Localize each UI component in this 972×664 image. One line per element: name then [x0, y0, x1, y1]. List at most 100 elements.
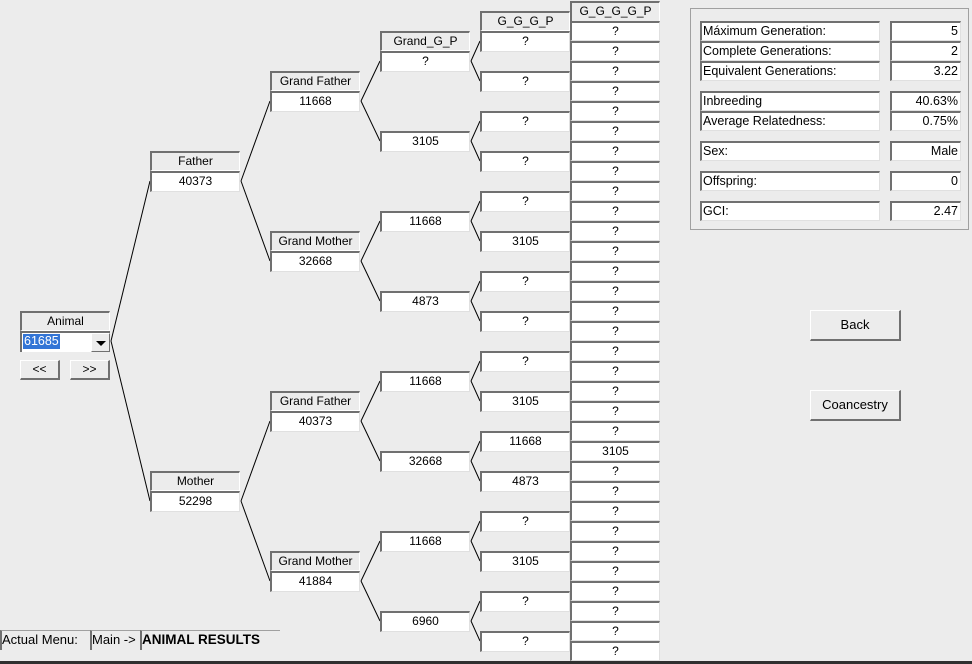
previous-animal-button[interactable]: << — [20, 360, 60, 380]
gggp-value[interactable]: ? — [480, 511, 570, 532]
stat-value: 0.75% — [890, 111, 961, 131]
ggggp-value[interactable]: ? — [570, 541, 660, 561]
ggggp-value[interactable]: ? — [570, 221, 660, 241]
stat-value: 5 — [890, 21, 961, 41]
ggggp-value[interactable]: ? — [570, 641, 660, 661]
ggggp-value[interactable]: ? — [570, 461, 660, 481]
gggp-value[interactable]: ? — [480, 191, 570, 212]
stat-label: GCI: — [700, 201, 880, 221]
gggp-value[interactable]: ? — [480, 111, 570, 132]
ggggp-value[interactable]: ? — [570, 501, 660, 521]
ggggp-value[interactable]: ? — [570, 81, 660, 101]
mother-value[interactable]: 52298 — [150, 491, 240, 512]
gggp-value[interactable]: ? — [480, 271, 570, 292]
ggggp-value[interactable]: ? — [570, 61, 660, 81]
gggp-value[interactable]: ? — [480, 31, 570, 52]
connector-line — [360, 60, 381, 102]
ggggp-value[interactable]: ? — [570, 261, 660, 281]
ggggp-value[interactable]: ? — [570, 161, 660, 181]
ggggp-value[interactable]: ? — [570, 101, 660, 121]
gggp-value[interactable]: 3105 — [480, 231, 570, 252]
grandparent-header: Grand Mother — [270, 551, 360, 571]
ggggp-value[interactable]: ? — [570, 321, 660, 341]
ggggp-value[interactable]: ? — [570, 21, 660, 41]
ggggp-value[interactable]: ? — [570, 141, 660, 161]
connector-line — [470, 600, 481, 622]
great-grandparent-value[interactable]: 11668 — [380, 371, 470, 392]
ggggp-value[interactable]: ? — [570, 301, 660, 321]
mother-header: Mother — [150, 471, 240, 491]
connector-line — [470, 60, 481, 82]
gggp-value[interactable]: ? — [480, 311, 570, 332]
back-button[interactable]: Back — [810, 310, 901, 341]
great-grandparent-value[interactable]: 32668 — [380, 451, 470, 472]
stat-label: Offspring: — [700, 171, 880, 191]
stat-label: Sex: — [700, 141, 880, 161]
gggp-value[interactable]: 4873 — [480, 471, 570, 492]
stat-label: Equivalent Generations: — [700, 61, 880, 81]
ggggp-value[interactable]: ? — [570, 341, 660, 361]
ggggp-value[interactable]: 3105 — [570, 441, 660, 461]
ggggp-value[interactable]: ? — [570, 561, 660, 581]
animal-combobox[interactable]: 61685 — [20, 331, 110, 352]
stat-value: 0 — [890, 171, 961, 191]
status-current-menu: ANIMAL RESULTS — [140, 630, 280, 650]
ggggp-value[interactable]: ? — [570, 121, 660, 141]
connector-line — [470, 280, 481, 302]
great-grandparent-value[interactable]: 6960 — [380, 611, 470, 632]
connector-line — [470, 300, 481, 322]
gggp-value[interactable]: ? — [480, 631, 570, 652]
gggp-header: G_G_G_P — [480, 11, 570, 31]
great-grandparent-value[interactable]: 3105 — [380, 131, 470, 152]
gggp-value[interactable]: ? — [480, 151, 570, 172]
father-value[interactable]: 40373 — [150, 171, 240, 192]
connector-line — [470, 40, 481, 62]
great-grandparent-value[interactable]: 11668 — [380, 531, 470, 552]
stat-value: 40.63% — [890, 91, 961, 111]
connector-line — [470, 360, 481, 382]
ggggp-value[interactable]: ? — [570, 281, 660, 301]
ggggp-value[interactable]: ? — [570, 241, 660, 261]
connector-line — [470, 220, 481, 242]
grandparent-value[interactable]: 32668 — [270, 251, 360, 272]
ggggp-value[interactable]: ? — [570, 41, 660, 61]
ggggp-value[interactable]: ? — [570, 621, 660, 641]
ggggp-value[interactable]: ? — [570, 421, 660, 441]
ggggp-value[interactable]: ? — [570, 381, 660, 401]
ggggp-value[interactable]: ? — [570, 601, 660, 621]
great-grandparent-value[interactable]: 11668 — [380, 211, 470, 232]
ggggp-value[interactable]: ? — [570, 361, 660, 381]
connector-line — [240, 180, 271, 262]
grandparent-value[interactable]: 40373 — [270, 411, 360, 432]
connector-line — [240, 500, 271, 582]
gggp-value[interactable]: 11668 — [480, 431, 570, 452]
grandparent-value[interactable]: 11668 — [270, 91, 360, 112]
grandparent-value[interactable]: 41884 — [270, 571, 360, 592]
gggp-value[interactable]: 3105 — [480, 551, 570, 572]
gggp-value[interactable]: 3105 — [480, 391, 570, 412]
ggggp-value[interactable]: ? — [570, 401, 660, 421]
connector-line — [360, 380, 381, 422]
ggggp-value[interactable]: ? — [570, 581, 660, 601]
ggggp-value[interactable]: ? — [570, 521, 660, 541]
ggggp-value[interactable]: ? — [570, 481, 660, 501]
connector-line — [360, 420, 381, 462]
connector-line — [470, 120, 481, 142]
gggp-value[interactable]: ? — [480, 351, 570, 372]
ggggp-value[interactable]: ? — [570, 201, 660, 221]
ggggp-value[interactable]: ? — [570, 181, 660, 201]
great-grandparent-value[interactable]: 4873 — [380, 291, 470, 312]
grandparent-header: Grand Mother — [270, 231, 360, 251]
connector-line — [470, 200, 481, 222]
animal-id-input[interactable]: 61685 — [23, 334, 60, 349]
grandparent-header: Grand Father — [270, 391, 360, 411]
gggp-value[interactable]: ? — [480, 591, 570, 612]
father-header: Father — [150, 151, 240, 171]
gggp-value[interactable]: ? — [480, 71, 570, 92]
connector-line — [470, 440, 481, 462]
next-animal-button[interactable]: >> — [70, 360, 110, 380]
coancestry-button[interactable]: Coancestry — [810, 390, 901, 421]
dropdown-button[interactable] — [91, 333, 110, 352]
connector-line — [470, 460, 481, 482]
great-grandparent-value[interactable]: ? — [380, 51, 470, 72]
